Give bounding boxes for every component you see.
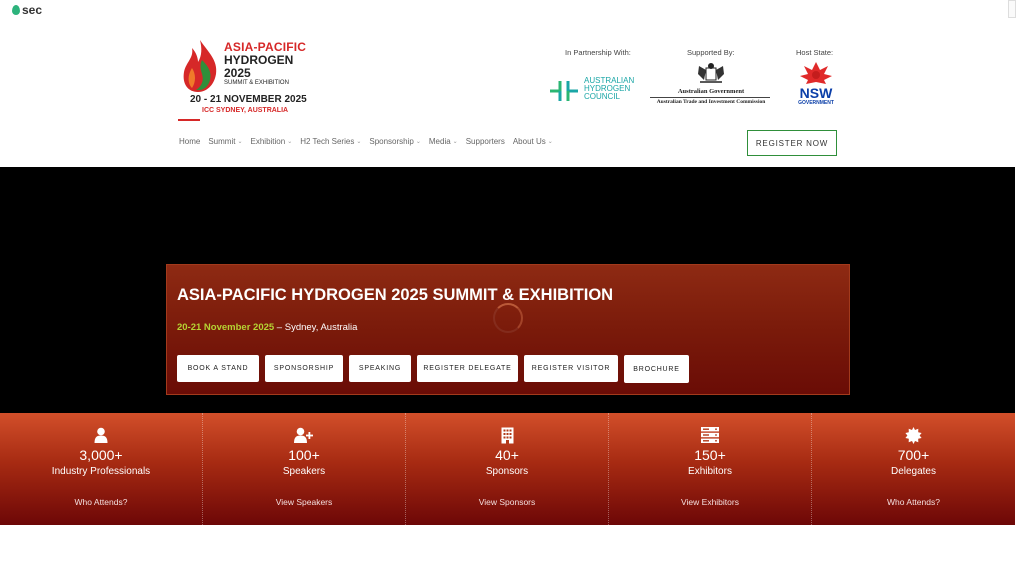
view-speakers-link[interactable]: View Speakers [203, 497, 405, 507]
stat-number: 40+ [495, 447, 519, 463]
sponsorship-button[interactable]: SPONSORSHIP [265, 355, 343, 382]
building-icon [406, 427, 608, 444]
main-nav: Home Summit ⌄ Exhibition ⌄ H2 Tech Series ⌄… [179, 137, 553, 146]
add-user-icon [203, 427, 405, 443]
nav-item-home[interactable]: Home [179, 137, 200, 146]
nav-label: Summit [208, 137, 236, 146]
nav-label: Exhibition [250, 137, 286, 146]
book-a-stand-button[interactable]: BOOK A STAND [177, 355, 259, 382]
nav-item-sponsorship[interactable]: Sponsorship ⌄ [369, 137, 421, 146]
nav-label: Supporters [465, 137, 505, 146]
australian-government-logo[interactable]: Australian Government Australian Trade a… [650, 62, 772, 110]
stat-sponsors: 40+ Sponsors View Sponsors [406, 413, 609, 525]
ahc-logo[interactable]: AUSTRALIAN HYDROGEN COUNCIL [548, 75, 648, 105]
stat-industry-professionals: 3,000+ Industry Professionals Who Attend… [0, 413, 203, 525]
view-sponsors-link[interactable]: View Sponsors [406, 497, 608, 507]
chevron-down-icon: ⌄ [356, 139, 362, 145]
server-icon [609, 427, 811, 443]
window-corner-control[interactable] [1008, 0, 1016, 18]
stat-label: Speakers [282, 466, 326, 477]
nav-label: About Us [512, 137, 546, 146]
nav-label: Sponsorship [369, 137, 414, 146]
ahc-text: AUSTRALIAN HYDROGEN COUNCIL [584, 77, 634, 101]
user-icon [0, 427, 202, 443]
nav-label: Home [179, 137, 201, 146]
chevron-down-icon: ⌄ [287, 139, 293, 145]
stat-label: Delegates [890, 466, 936, 477]
nsw-government-logo[interactable]: NSW GOVERNMENT [793, 60, 839, 108]
nsw-line-2: GOVERNMENT [798, 100, 834, 106]
stat-number: 150+ [694, 447, 726, 463]
logo-line-1: ASIA-PACIFIC [224, 40, 307, 54]
logo-line-3: 2025 [224, 66, 251, 80]
nsw-line-1: NSW [799, 85, 833, 101]
nav-item-supporters[interactable]: Supporters [466, 137, 505, 146]
top-strip: sec [0, 0, 1024, 20]
logo-underline [178, 119, 200, 121]
host-label: Host State: [796, 48, 834, 57]
sec-logo[interactable]: sec [12, 3, 42, 17]
sec-drop-icon [12, 5, 20, 15]
logo-line-2: HYDROGEN [224, 53, 294, 67]
stats-bar: 3,000+ Industry Professionals Who Attend… [0, 413, 1015, 525]
who-attends-link[interactable]: Who Attends? [812, 497, 1015, 507]
gov-divider [650, 97, 770, 98]
stat-speakers: 100+ Speakers View Speakers [203, 413, 406, 525]
register-visitor-button[interactable]: REGISTER VISITOR [524, 355, 618, 382]
nav-label: H2 Tech Series [300, 137, 355, 146]
logo-dates: 20 - 21 NOVEMBER 2025 [190, 94, 307, 105]
stat-exhibitors: 150+ Exhibitors View Exhibitors [609, 413, 812, 525]
who-attends-link[interactable]: Who Attends? [0, 497, 202, 507]
site-header: ASIA-PACIFIC HYDROGEN 2025 SUMMIT & EXHI… [0, 20, 1015, 167]
stat-delegates: 700+ Delegates Who Attends? [812, 413, 1015, 525]
stat-number: 100+ [288, 447, 320, 463]
badge-icon [812, 427, 1015, 444]
hero-location: – Sydney, Australia [274, 322, 358, 333]
nav-item-exhibition[interactable]: Exhibition ⌄ [251, 137, 293, 146]
stat-number: 3,000+ [79, 447, 123, 463]
hero-section: ASIA-PACIFIC HYDROGEN 2025 SUMMIT & EXHI… [0, 167, 1015, 413]
event-logo[interactable]: ASIA-PACIFIC HYDROGEN 2025 SUMMIT & EXHI… [176, 34, 316, 134]
loading-spinner-icon [493, 303, 523, 333]
hero-title: ASIA-PACIFIC HYDROGEN 2025 SUMMIT & EXHI… [177, 286, 614, 304]
hero-subtitle: 20-21 November 2025 – Sydney, Australia [177, 322, 357, 333]
hero-button-row: BOOK A STAND SPONSORSHIP SPEAKING REGIST… [177, 355, 689, 383]
nav-item-media[interactable]: Media ⌄ [429, 137, 458, 146]
gov-line-1: Australian Government [677, 88, 745, 95]
sec-label: sec [22, 3, 43, 17]
logo-venue: ICC SYDNEY, AUSTRALIA [202, 107, 289, 114]
nav-item-about-us[interactable]: About Us ⌄ [513, 137, 553, 146]
nav-item-h2-tech-series[interactable]: H2 Tech Series ⌄ [300, 137, 361, 146]
chevron-down-icon: ⌄ [237, 139, 243, 145]
coat-of-arms-icon [698, 63, 724, 83]
flame-logo-icon [183, 40, 217, 92]
ahc-mark-icon [550, 81, 578, 101]
logo-line-4: SUMMIT & EXHIBITION [224, 80, 289, 86]
chevron-down-icon: ⌄ [452, 139, 458, 145]
brochure-button[interactable]: BROCHURE [624, 355, 689, 383]
stat-label: Industry Professionals [51, 466, 151, 477]
hero-banner: ASIA-PACIFIC HYDROGEN 2025 SUMMIT & EXHI… [166, 264, 850, 395]
nav-label: Media [428, 137, 451, 146]
chevron-down-icon: ⌄ [415, 139, 421, 145]
stat-label: Sponsors [485, 466, 529, 477]
partnership-label: In Partnership With: [565, 48, 631, 57]
waratah-icon [800, 62, 832, 84]
chevron-down-icon: ⌄ [547, 139, 553, 145]
view-exhibitors-link[interactable]: View Exhibitors [609, 497, 811, 507]
nav-item-summit[interactable]: Summit ⌄ [208, 137, 242, 146]
register-delegate-button[interactable]: REGISTER DELEGATE [417, 355, 518, 382]
gov-line-2: Australian Trade and Investment Commissi… [656, 99, 766, 105]
stat-label: Exhibitors [688, 466, 732, 477]
ahc-line: COUNCIL [584, 92, 621, 101]
speaking-button[interactable]: SPEAKING [349, 355, 411, 382]
register-now-button[interactable]: REGISTER NOW [747, 130, 837, 156]
supported-label: Supported By: [687, 48, 735, 57]
hero-date: 20-21 November 2025 [177, 322, 275, 333]
stat-number: 700+ [897, 447, 930, 463]
